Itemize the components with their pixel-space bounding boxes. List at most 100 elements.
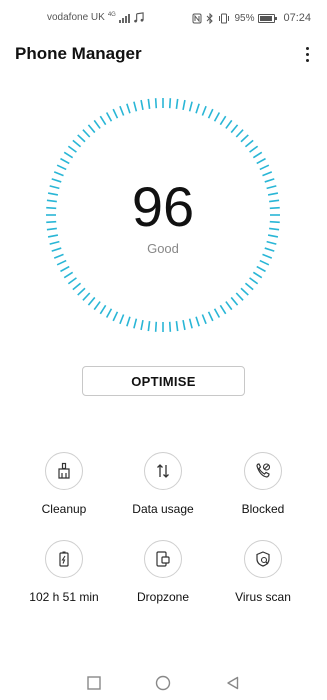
gauge-tick bbox=[201, 105, 207, 116]
broom-icon bbox=[45, 452, 83, 490]
gauge-tick bbox=[168, 98, 172, 109]
gauge-tick bbox=[147, 321, 151, 332]
gauge-tick bbox=[77, 134, 86, 143]
gauge-tick bbox=[140, 99, 144, 111]
music-note-icon bbox=[134, 12, 144, 23]
gauge-tick bbox=[93, 119, 101, 129]
gauge-tick bbox=[259, 164, 270, 171]
gauge-tick bbox=[63, 271, 74, 279]
gauge-tick bbox=[133, 318, 138, 329]
gauge-tick bbox=[213, 308, 221, 318]
tool-label: Blocked bbox=[241, 502, 285, 516]
gauge-tick bbox=[56, 259, 67, 266]
page-title: Phone Manager bbox=[15, 44, 142, 63]
tool-label: Virus scan bbox=[235, 590, 291, 604]
gauge-tick bbox=[249, 277, 259, 285]
gauge-tick bbox=[235, 129, 244, 138]
gauge-tick bbox=[147, 98, 151, 109]
gauge-tick bbox=[112, 108, 119, 119]
tool-blocked[interactable]: Blocked bbox=[213, 452, 313, 516]
status-left: vodafone UK 4G bbox=[47, 12, 144, 23]
battery-charging-icon bbox=[45, 540, 83, 578]
gauge-tick bbox=[60, 265, 70, 273]
gauge-tick bbox=[207, 108, 214, 119]
tool-label: 102 h 51 min bbox=[29, 590, 99, 604]
more-vertical-icon[interactable] bbox=[297, 42, 317, 66]
gauge-tick bbox=[67, 277, 77, 285]
gauge-tick bbox=[225, 119, 233, 129]
gauge-tick bbox=[63, 151, 74, 159]
gauge-tick bbox=[182, 319, 186, 331]
gauge-tick bbox=[182, 99, 186, 111]
tool-virus-scan[interactable]: Virus scan bbox=[213, 540, 313, 604]
circle-icon[interactable] bbox=[154, 674, 172, 692]
gauge-tick bbox=[77, 287, 86, 296]
gauge-tick bbox=[82, 129, 91, 138]
battery-percent: 95% bbox=[234, 12, 255, 24]
shield-search-icon bbox=[244, 540, 282, 578]
gauge-tick bbox=[87, 124, 96, 134]
gauge-tick bbox=[207, 311, 214, 322]
gauge-tick bbox=[244, 139, 254, 148]
gauge-tick bbox=[219, 115, 227, 126]
gauge-tick bbox=[195, 103, 200, 114]
gauge-tick bbox=[168, 321, 172, 332]
gauge-tick bbox=[259, 259, 270, 266]
battery-icon bbox=[258, 13, 278, 23]
triangle-back-icon[interactable] bbox=[224, 674, 242, 692]
gauge-tick bbox=[56, 164, 67, 171]
nfc-icon bbox=[192, 13, 202, 23]
tool-battery[interactable]: 102 h 51 min bbox=[14, 540, 114, 604]
gauge-tick bbox=[252, 271, 263, 279]
gauge-tick bbox=[240, 287, 249, 296]
gauge-tick bbox=[93, 301, 101, 311]
tool-label: Dropzone bbox=[136, 590, 190, 604]
signal-icon bbox=[118, 13, 130, 23]
navigation-bar bbox=[0, 664, 327, 700]
gauge-tick bbox=[235, 292, 244, 301]
gauge-tick bbox=[262, 171, 273, 177]
tool-data-usage[interactable]: Data usage bbox=[113, 452, 213, 516]
gauge-tick bbox=[175, 98, 179, 109]
gauge-tick bbox=[119, 105, 125, 116]
tool-cleanup[interactable]: Cleanup bbox=[14, 452, 114, 516]
gauge-tick bbox=[119, 314, 125, 325]
bluetooth-icon bbox=[207, 12, 214, 24]
gauge-tick bbox=[60, 157, 70, 165]
gauge-tick bbox=[133, 101, 138, 112]
optimise-button[interactable]: OPTIMISE bbox=[82, 366, 245, 396]
gauge-tick bbox=[72, 139, 82, 148]
gauge-tick bbox=[82, 292, 91, 301]
gauge-tick bbox=[213, 112, 221, 122]
gauge-tick bbox=[252, 151, 263, 159]
score-value: 96 bbox=[131, 175, 195, 238]
gauge-tick bbox=[140, 319, 144, 331]
square-icon[interactable] bbox=[85, 674, 103, 692]
gauge-tick bbox=[72, 282, 82, 291]
gauge-tick bbox=[230, 124, 239, 134]
app-bar: Phone Manager bbox=[0, 36, 327, 72]
gauge-tick bbox=[112, 311, 119, 322]
gauge-tick bbox=[53, 171, 64, 177]
gauge-tick bbox=[126, 103, 131, 114]
status-bar: vodafone UK 4G 95% 07:24 bbox=[0, 0, 327, 36]
gauge-tick bbox=[249, 145, 259, 153]
gauge-tick bbox=[154, 98, 158, 109]
gauge-tick bbox=[126, 316, 131, 327]
gauge-tick bbox=[230, 296, 239, 306]
gauge-tick bbox=[188, 101, 193, 112]
gauge-tick bbox=[188, 318, 193, 329]
gauge-tick bbox=[225, 301, 233, 311]
gauge-tick bbox=[87, 296, 96, 306]
score-status: Good bbox=[147, 241, 179, 256]
data-arrows-icon bbox=[144, 452, 182, 490]
score-gauge[interactable]: 96 Good bbox=[43, 95, 283, 335]
gauge-tick bbox=[240, 134, 249, 143]
status-right: 95% 07:24 bbox=[192, 12, 311, 24]
tool-dropzone[interactable]: Dropzone bbox=[113, 540, 213, 604]
gauge-tick bbox=[99, 115, 107, 126]
gauge-tick bbox=[105, 112, 113, 122]
dropzone-icon bbox=[144, 540, 182, 578]
gauge-tick bbox=[256, 157, 266, 165]
tool-label: Cleanup bbox=[41, 502, 87, 516]
